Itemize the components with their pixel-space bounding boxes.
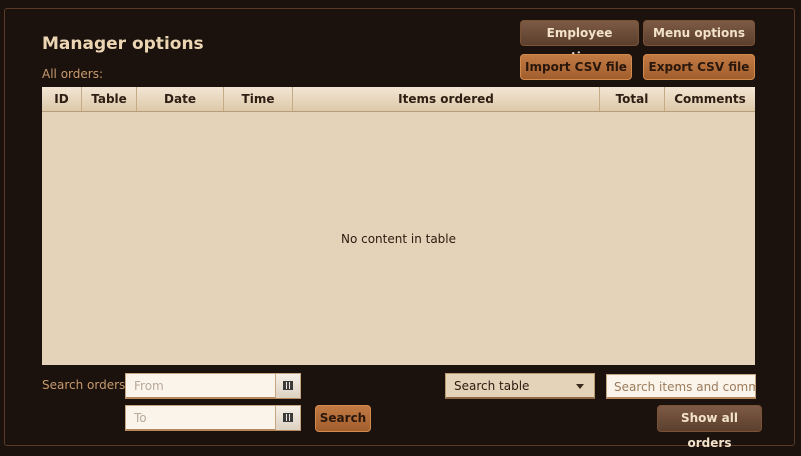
- column-date[interactable]: Date: [137, 87, 224, 111]
- to-date-input[interactable]: To: [134, 411, 147, 425]
- employee-options-button[interactable]: Employee options: [520, 20, 639, 64]
- page-title: Manager options: [42, 34, 204, 54]
- column-items-ordered[interactable]: Items ordered: [293, 87, 600, 111]
- column-comments[interactable]: Comments: [665, 87, 755, 111]
- from-calendar-button[interactable]: [275, 374, 300, 398]
- orders-label: All orders:: [42, 67, 103, 81]
- column-total[interactable]: Total: [600, 87, 665, 111]
- orders-table[interactable]: ID Table Date Time Items ordered Total C…: [42, 87, 755, 365]
- search-table-value: Search table: [454, 379, 530, 393]
- export-csv-button[interactable]: Export CSV file: [643, 54, 755, 80]
- from-date-picker[interactable]: From: [125, 373, 301, 399]
- empty-table-message: No content in table: [340, 232, 457, 246]
- import-csv-button[interactable]: Import CSV file: [520, 54, 632, 80]
- from-date-input[interactable]: From: [134, 379, 164, 393]
- calendar-icon: [283, 381, 293, 390]
- to-calendar-button[interactable]: [275, 406, 300, 430]
- column-table[interactable]: Table: [82, 87, 137, 111]
- menu-options-button[interactable]: Menu options: [643, 20, 755, 46]
- search-table-select[interactable]: Search table: [445, 373, 595, 399]
- search-orders-label: Search orders:: [42, 378, 130, 392]
- show-all-orders-button[interactable]: Show all orders: [657, 405, 762, 450]
- to-date-picker[interactable]: To: [125, 405, 301, 431]
- calendar-icon: [283, 413, 293, 422]
- chevron-down-icon: [576, 384, 584, 389]
- table-header: ID Table Date Time Items ordered Total C…: [42, 87, 755, 112]
- column-id[interactable]: ID: [42, 87, 82, 111]
- search-items-input[interactable]: Search items and comments: [606, 374, 756, 399]
- search-button[interactable]: Search: [315, 405, 371, 432]
- search-items-placeholder: Search items and comments: [614, 380, 755, 394]
- column-time[interactable]: Time: [224, 87, 293, 111]
